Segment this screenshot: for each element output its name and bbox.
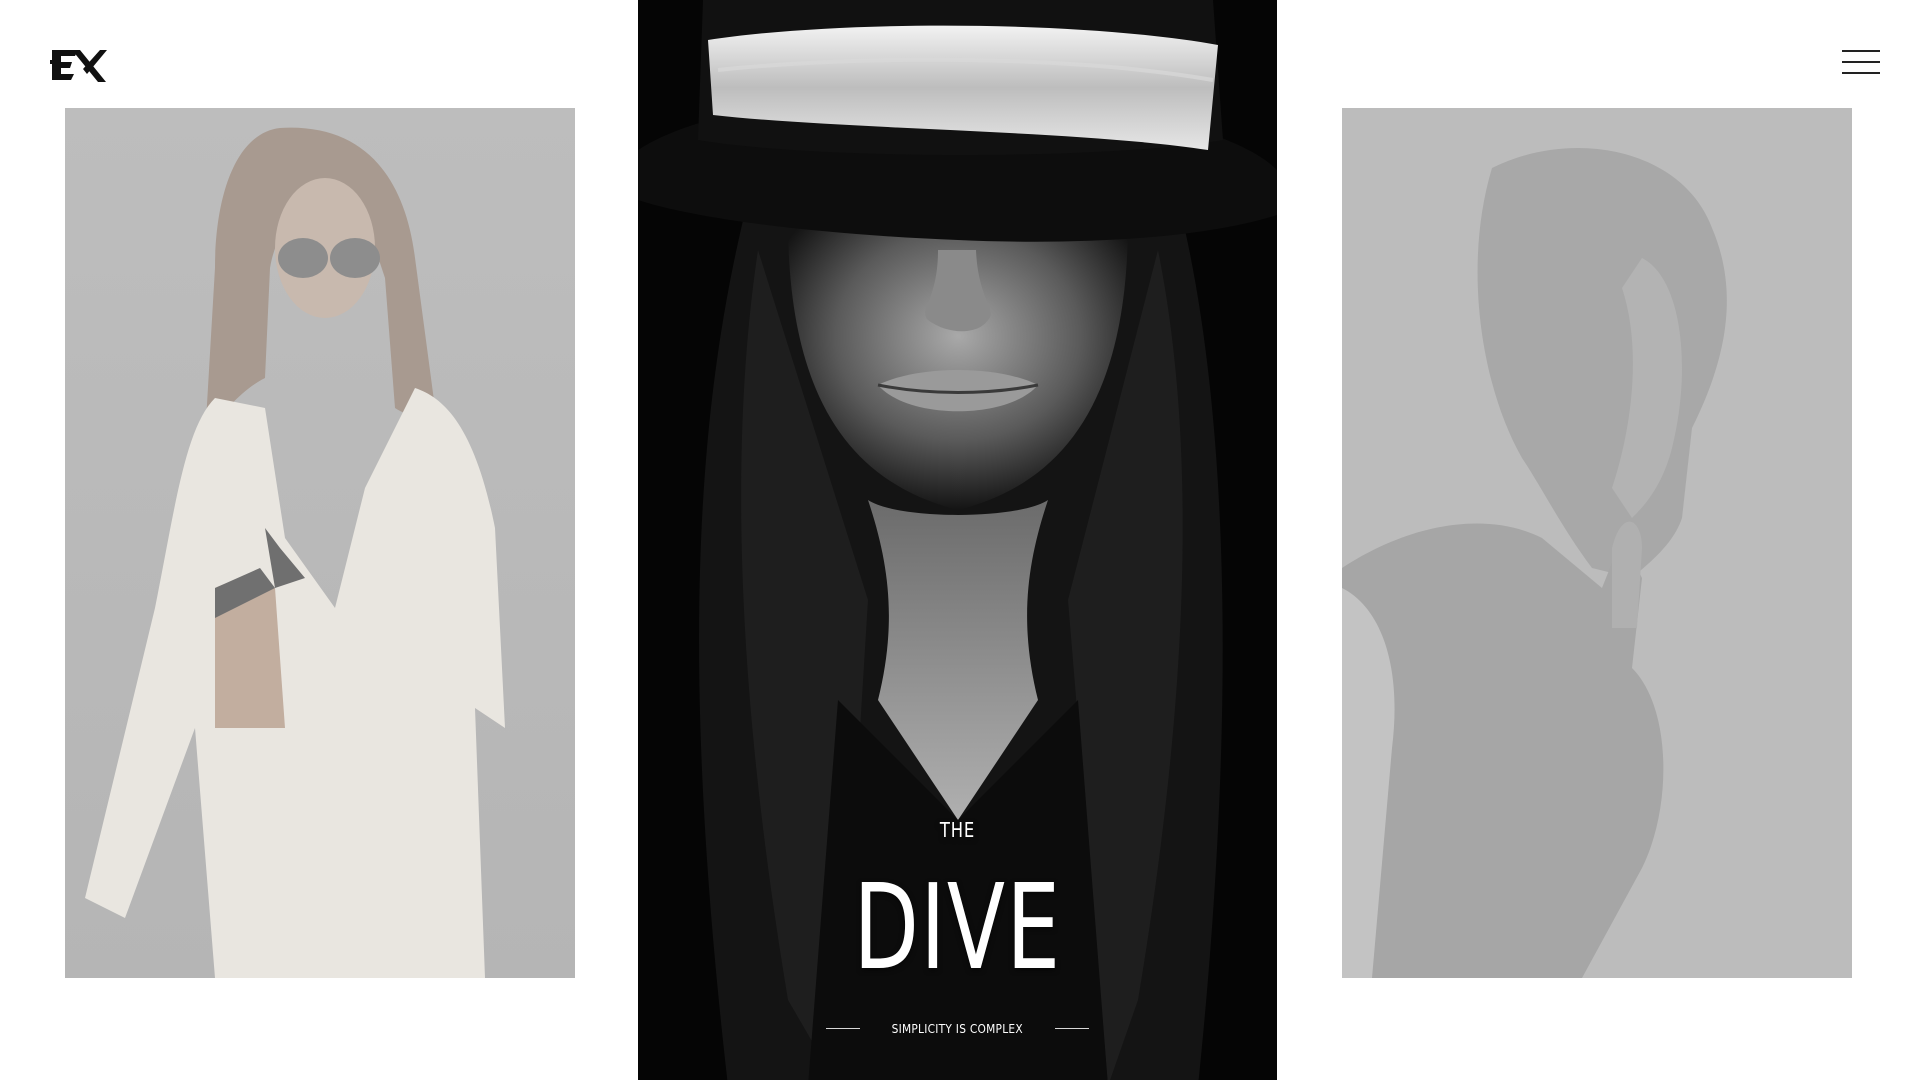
menu-line bbox=[1842, 61, 1880, 63]
featured-slide[interactable]: THE DIVE SIMPLICITY IS COMPLEX bbox=[638, 0, 1277, 1080]
woman-portrait-image bbox=[1342, 108, 1852, 978]
slide-title: DIVE bbox=[853, 858, 1062, 996]
slide-pre-title: THE bbox=[939, 818, 976, 842]
tagline-text: SIMPLICITY IS COMPLEX bbox=[891, 1021, 1024, 1036]
fashion-model-image bbox=[65, 108, 575, 978]
ex-logo-icon bbox=[50, 50, 107, 82]
tagline-left-rule bbox=[826, 1028, 861, 1029]
menu-line bbox=[1842, 50, 1880, 52]
page: THE DIVE SIMPLICITY IS COMPLEX bbox=[0, 0, 1920, 1080]
slide-left-image[interactable] bbox=[65, 108, 575, 978]
slide-right-image[interactable] bbox=[1342, 108, 1852, 978]
slide-tagline: SIMPLICITY IS COMPLEX bbox=[638, 1021, 1277, 1036]
logo[interactable] bbox=[50, 44, 108, 86]
tagline-right-rule bbox=[1054, 1028, 1089, 1029]
menu-line bbox=[1842, 72, 1880, 74]
hamburger-menu-icon[interactable] bbox=[1842, 48, 1880, 78]
